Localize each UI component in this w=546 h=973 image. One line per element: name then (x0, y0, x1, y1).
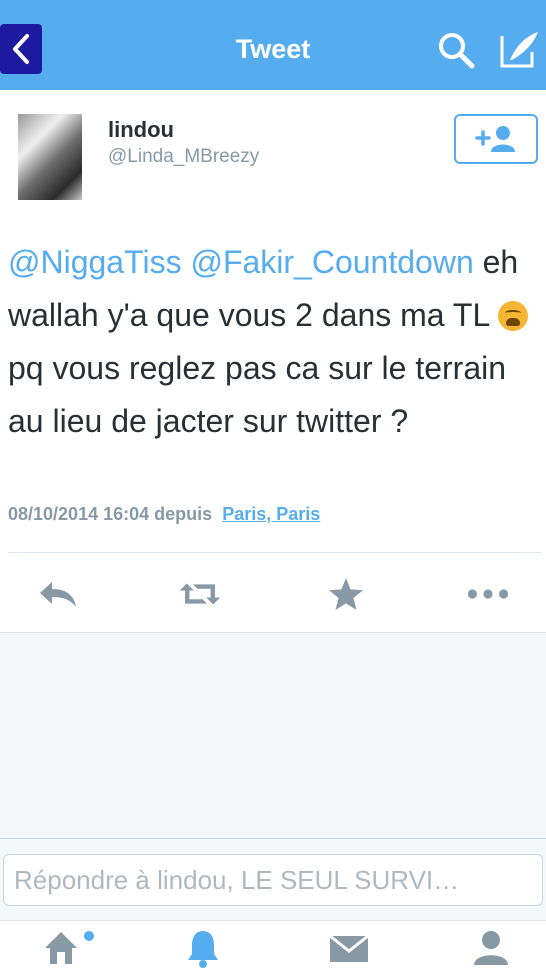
tab-messages[interactable] (324, 925, 374, 971)
follow-button[interactable] (454, 114, 538, 164)
reply-icon (40, 582, 76, 607)
avatar[interactable] (18, 114, 82, 200)
more-button[interactable] (466, 576, 510, 612)
weary-face-emoji (497, 301, 528, 331)
author-name[interactable]: lindou (108, 117, 174, 143)
tweet-text-part: pq vous reglez pas ca sur le terrain au … (8, 350, 507, 439)
compose-icon (500, 32, 538, 68)
tab-profile[interactable] (466, 925, 516, 971)
reply-bar: Répondre à lindou, LE SEUL SURVI… (0, 838, 546, 921)
profile-icon (474, 931, 508, 965)
follow-user-icon (475, 126, 515, 152)
tab-home[interactable] (36, 925, 86, 971)
divider (8, 552, 542, 553)
favorite-button[interactable] (324, 576, 368, 612)
mention-link[interactable]: @Fakir_Countdown (190, 244, 473, 280)
location-link[interactable]: Paris, Paris (222, 504, 320, 524)
mention-link[interactable]: @NiggaTiss (8, 244, 182, 280)
tweet-text: @NiggaTiss @Fakir_Countdown eh wallah y'… (8, 236, 542, 448)
unread-dot (84, 931, 94, 941)
more-icon (467, 589, 509, 599)
notifications-icon (188, 931, 218, 968)
tweet-meta: 08/10/2014 16:04 depuis Paris, Paris (8, 504, 320, 525)
messages-icon (329, 934, 369, 962)
search-icon (439, 33, 475, 69)
timestamp: 08/10/2014 16:04 (8, 504, 150, 524)
via-label: depuis (154, 504, 213, 524)
reply-input[interactable]: Répondre à lindou, LE SEUL SURVI… (3, 854, 543, 906)
home-icon (45, 932, 77, 964)
compose-button[interactable] (498, 28, 542, 70)
favorite-icon (329, 578, 363, 610)
tab-notifications[interactable] (178, 925, 228, 971)
nav-bar: Tweet (0, 0, 546, 90)
search-button[interactable] (436, 30, 476, 70)
reply-button[interactable] (36, 576, 80, 612)
tab-bar (0, 920, 546, 973)
retweet-button[interactable] (178, 576, 222, 612)
retweet-icon (179, 583, 221, 605)
tweet-card: lindou @Linda_MBreezy @NiggaTiss @Fakir_… (0, 90, 546, 633)
author-handle[interactable]: @Linda_MBreezy (108, 146, 259, 168)
